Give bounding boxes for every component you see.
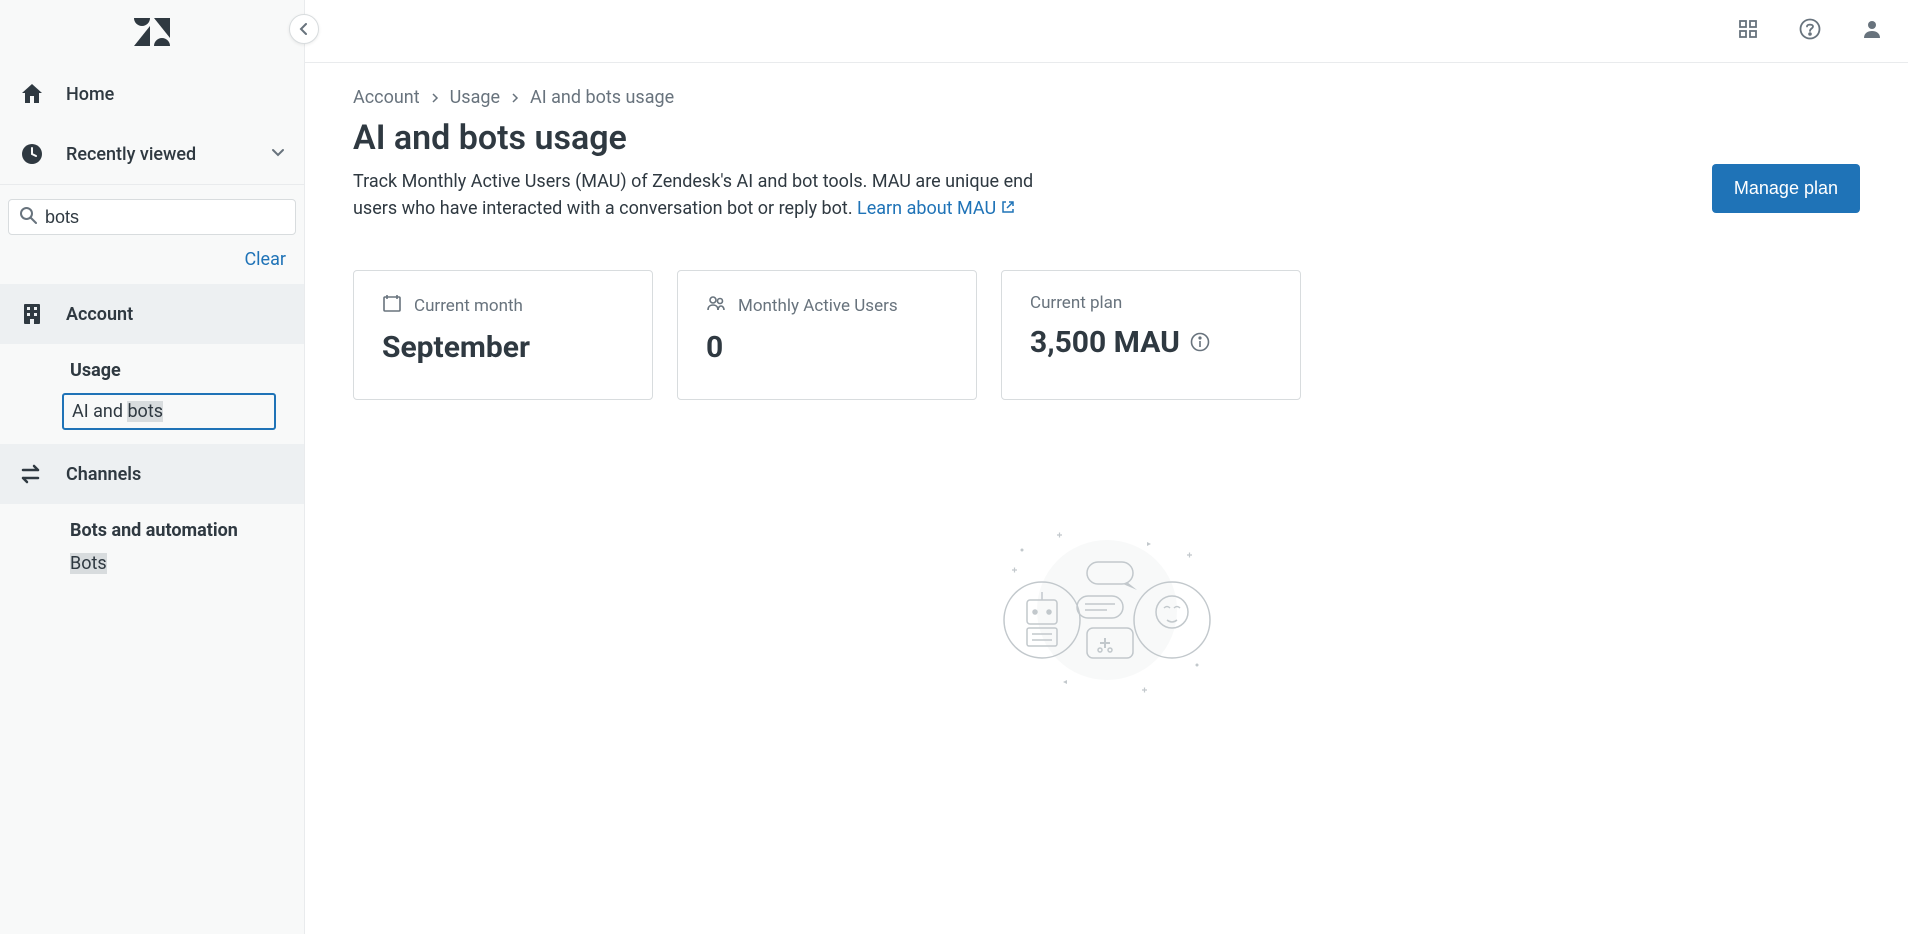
page-description: Track Monthly Active Users (MAU) of Zend… bbox=[353, 168, 1073, 222]
clear-search-link[interactable]: Clear bbox=[244, 249, 286, 270]
card-label: Monthly Active Users bbox=[706, 293, 948, 318]
card-label: Current month bbox=[382, 293, 624, 318]
help-icon bbox=[1799, 18, 1821, 44]
sidebar-item-home[interactable]: Home bbox=[0, 64, 304, 124]
search-box[interactable] bbox=[8, 199, 296, 235]
topbar bbox=[305, 0, 1908, 63]
home-icon bbox=[18, 80, 46, 108]
sidebar-item-bots[interactable]: Bots bbox=[0, 549, 304, 590]
card-value-mau: 0 bbox=[706, 330, 948, 365]
card-label-text: Monthly Active Users bbox=[738, 296, 898, 316]
learn-about-mau-link[interactable]: Learn about MAU bbox=[857, 198, 1015, 219]
info-icon[interactable] bbox=[1190, 325, 1210, 360]
chevron-left-icon bbox=[298, 23, 310, 35]
apps-button[interactable] bbox=[1734, 17, 1762, 45]
sidebar-recently-viewed-label: Recently viewed bbox=[66, 144, 196, 165]
subitem-text-highlight: bots bbox=[127, 401, 163, 422]
breadcrumb-account[interactable]: Account bbox=[353, 87, 420, 108]
subitem-text-prefix: AI and bbox=[72, 401, 127, 422]
search-input[interactable] bbox=[45, 207, 285, 228]
building-icon bbox=[18, 300, 46, 328]
breadcrumb: Account Usage AI and bots usage bbox=[353, 87, 1860, 108]
chevron-right-icon bbox=[510, 87, 520, 108]
page-content: Account Usage AI and bots usage AI and b… bbox=[305, 63, 1908, 724]
user-icon bbox=[1861, 18, 1883, 44]
clock-icon bbox=[18, 140, 46, 168]
card-label-text: Current month bbox=[414, 296, 523, 316]
external-link-icon bbox=[1001, 198, 1015, 219]
sidebar-channels-label: Channels bbox=[66, 464, 141, 485]
empty-state-illustration bbox=[987, 500, 1227, 700]
card-current-plan: Current plan 3,500 MAU bbox=[1001, 270, 1301, 400]
sidebar-account-label: Account bbox=[66, 304, 133, 325]
search-icon bbox=[19, 206, 37, 228]
sidebar-item-ai-and-bots[interactable]: AI and bots bbox=[62, 393, 276, 430]
help-button[interactable] bbox=[1796, 17, 1824, 45]
grid-icon bbox=[1738, 19, 1758, 43]
page-title: AI and bots usage bbox=[353, 118, 1860, 158]
chevron-down-icon bbox=[270, 144, 286, 164]
users-icon bbox=[706, 293, 726, 318]
main-content: Account Usage AI and bots usage AI and b… bbox=[305, 0, 1908, 934]
sidebar-category-channels[interactable]: Channels bbox=[0, 444, 304, 504]
subitem-bots-highlight: Bots bbox=[70, 553, 107, 574]
card-label: Current plan bbox=[1030, 293, 1272, 313]
stat-cards: Current month September Monthly Active U… bbox=[353, 270, 1860, 400]
arrows-exchange-icon bbox=[18, 460, 46, 488]
card-current-month: Current month September bbox=[353, 270, 653, 400]
manage-plan-button[interactable]: Manage plan bbox=[1712, 164, 1860, 213]
sidebar: Home Recently viewed Clear bbox=[0, 0, 305, 934]
chevron-right-icon bbox=[430, 87, 440, 108]
sidebar-home-label: Home bbox=[66, 84, 114, 105]
learn-link-text: Learn about MAU bbox=[857, 198, 996, 219]
sidebar-subcategory-usage: Usage bbox=[0, 344, 304, 389]
card-value-plan: 3,500 MAU bbox=[1030, 325, 1272, 360]
plan-value-text: 3,500 MAU bbox=[1030, 325, 1180, 360]
sidebar-subcategory-bots-automation: Bots and automation bbox=[0, 504, 304, 549]
card-mau: Monthly Active Users 0 bbox=[677, 270, 977, 400]
profile-button[interactable] bbox=[1858, 17, 1886, 45]
card-value-current-month: September bbox=[382, 330, 624, 365]
sidebar-item-recently-viewed[interactable]: Recently viewed bbox=[0, 124, 304, 184]
zendesk-logo-icon bbox=[134, 14, 170, 50]
breadcrumb-current: AI and bots usage bbox=[530, 87, 674, 108]
search-wrap bbox=[0, 185, 304, 235]
sidebar-category-account[interactable]: Account bbox=[0, 284, 304, 344]
breadcrumb-usage[interactable]: Usage bbox=[450, 87, 500, 108]
logo-wrap bbox=[0, 0, 304, 64]
card-label-text: Current plan bbox=[1030, 293, 1122, 313]
calendar-icon bbox=[382, 293, 402, 318]
page-header-row: Track Monthly Active Users (MAU) of Zend… bbox=[353, 158, 1860, 222]
collapse-sidebar-button[interactable] bbox=[289, 14, 319, 44]
